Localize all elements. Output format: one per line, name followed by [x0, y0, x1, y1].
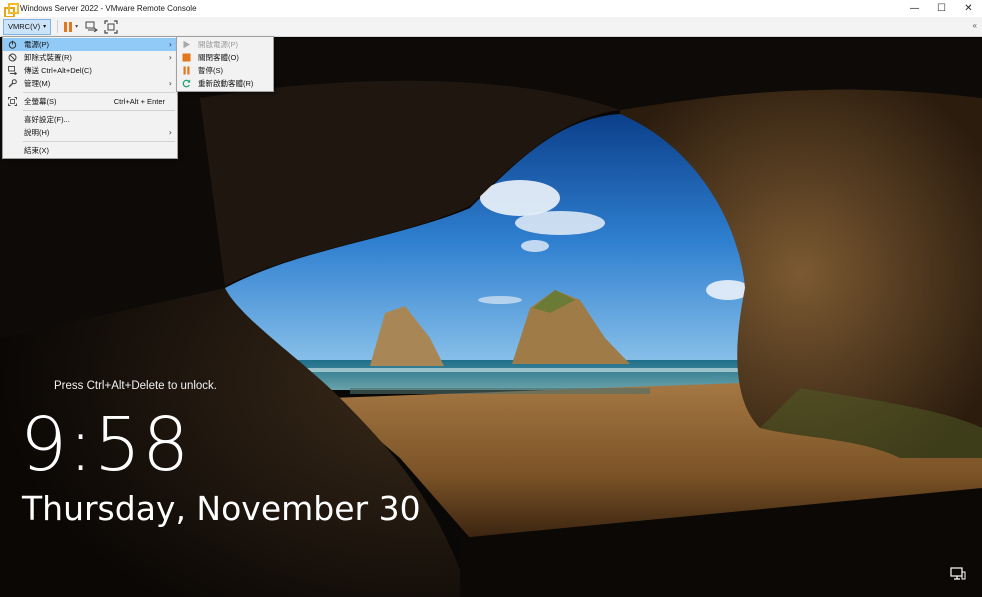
chevron-down-icon: ▾	[43, 24, 47, 30]
lockscreen-date: Thursday, November 30	[22, 489, 421, 528]
chevron-right-icon: ›	[168, 128, 172, 137]
chevron-right-icon: ›	[168, 40, 172, 49]
stop-icon	[182, 53, 191, 62]
pause-icon	[64, 21, 68, 32]
menu-item-label: 全螢幕(S)	[24, 97, 57, 106]
menu-item-help[interactable]: 說明(H) ›	[3, 126, 177, 139]
menu-item-restart-guest[interactable]: 重新啟動客體(R)	[177, 77, 273, 90]
pause-button[interactable]	[64, 21, 73, 32]
send-ctrl-alt-del-icon[interactable]	[85, 20, 99, 34]
chevron-right-icon: ›	[168, 79, 172, 88]
window-title: Windows Server 2022 - VMware Remote Cons…	[20, 4, 197, 13]
chevron-right-icon: ›	[168, 53, 172, 62]
menu-separator	[23, 92, 175, 93]
menu-item-fullscreen[interactable]: 全螢幕(S) Ctrl+Alt + Enter	[3, 95, 177, 108]
maximize-button[interactable]: ☐	[928, 0, 955, 17]
menu-item-label: 喜好設定(F)...	[24, 115, 70, 124]
vmrc-dropdown-menu: 電源(P) › 卸除式裝置(R) › 傳送 Ctrl+Alt+Del(C) 管理…	[2, 36, 178, 159]
ctrl-alt-del-icon	[8, 66, 17, 75]
power-submenu: 開啟電源(P) 關閉客體(O) 暫停(S) 重新啟動客體(R)	[176, 36, 274, 92]
menu-item-label: 開啟電源(P)	[198, 40, 238, 49]
fullscreen-icon[interactable]	[104, 19, 118, 34]
menu-item-power-on[interactable]: 開啟電源(P)	[177, 38, 273, 51]
menu-item-power[interactable]: 電源(P) ›	[3, 38, 177, 51]
vmware-logo-icon	[4, 2, 19, 18]
menu-item-label: 電源(P)	[24, 40, 49, 49]
fullscreen-icon	[8, 97, 17, 106]
menu-item-suspend[interactable]: 暫停(S)	[177, 64, 273, 77]
menu-item-label: 傳送 Ctrl+Alt+Del(C)	[24, 66, 92, 75]
pause-icon-bar	[69, 21, 73, 32]
power-dropdown-caret[interactable]: ▾	[75, 23, 78, 30]
unlock-hint: Press Ctrl+Alt+Delete to unlock.	[54, 380, 217, 392]
menu-item-shutdown-guest[interactable]: 關閉客體(O)	[177, 51, 273, 64]
pause-icon	[182, 66, 191, 75]
network-icon[interactable]	[950, 567, 966, 581]
toolbar-divider	[57, 20, 59, 33]
close-button[interactable]: ✕	[955, 0, 982, 17]
vmrc-menu-button[interactable]: VMRC(V) ▾	[3, 18, 52, 35]
menu-separator	[23, 110, 175, 111]
window-controls: — ☐ ✕	[901, 0, 982, 17]
play-icon	[182, 40, 191, 49]
restart-icon	[182, 79, 191, 88]
menu-item-label: 管理(M)	[24, 79, 51, 88]
menu-item-exit[interactable]: 結束(X)	[3, 144, 177, 157]
menu-separator	[23, 141, 175, 142]
menu-item-manage[interactable]: 管理(M) ›	[3, 77, 177, 90]
vmrc-menu-label: VMRC(V)	[8, 22, 41, 31]
menu-item-removable-devices[interactable]: 卸除式裝置(R) ›	[3, 51, 177, 64]
menu-item-label: 重新啟動客體(R)	[198, 79, 254, 88]
menu-item-label: 說明(H)	[24, 128, 50, 137]
wrench-icon	[8, 79, 17, 88]
lockscreen-clock: 9:58	[20, 402, 191, 488]
menu-item-label: 卸除式裝置(R)	[24, 53, 72, 62]
power-icon	[8, 40, 17, 49]
toolbar: VMRC(V) ▾ ▾ «	[0, 17, 982, 37]
menu-item-label: 結束(X)	[24, 146, 49, 155]
menu-item-label: 關閉客體(O)	[198, 53, 239, 62]
menu-item-label: 暫停(S)	[198, 66, 223, 75]
collapse-toolbar-button[interactable]: «	[973, 21, 977, 30]
menu-item-preferences[interactable]: 喜好設定(F)...	[3, 113, 177, 126]
removable-device-icon	[8, 53, 17, 62]
menu-item-send-ctrl-alt-del[interactable]: 傳送 Ctrl+Alt+Del(C)	[3, 64, 177, 77]
menu-item-shortcut: Ctrl+Alt + Enter	[113, 97, 165, 106]
title-bar: Windows Server 2022 - VMware Remote Cons…	[0, 0, 982, 18]
minimize-button[interactable]: —	[901, 0, 928, 17]
